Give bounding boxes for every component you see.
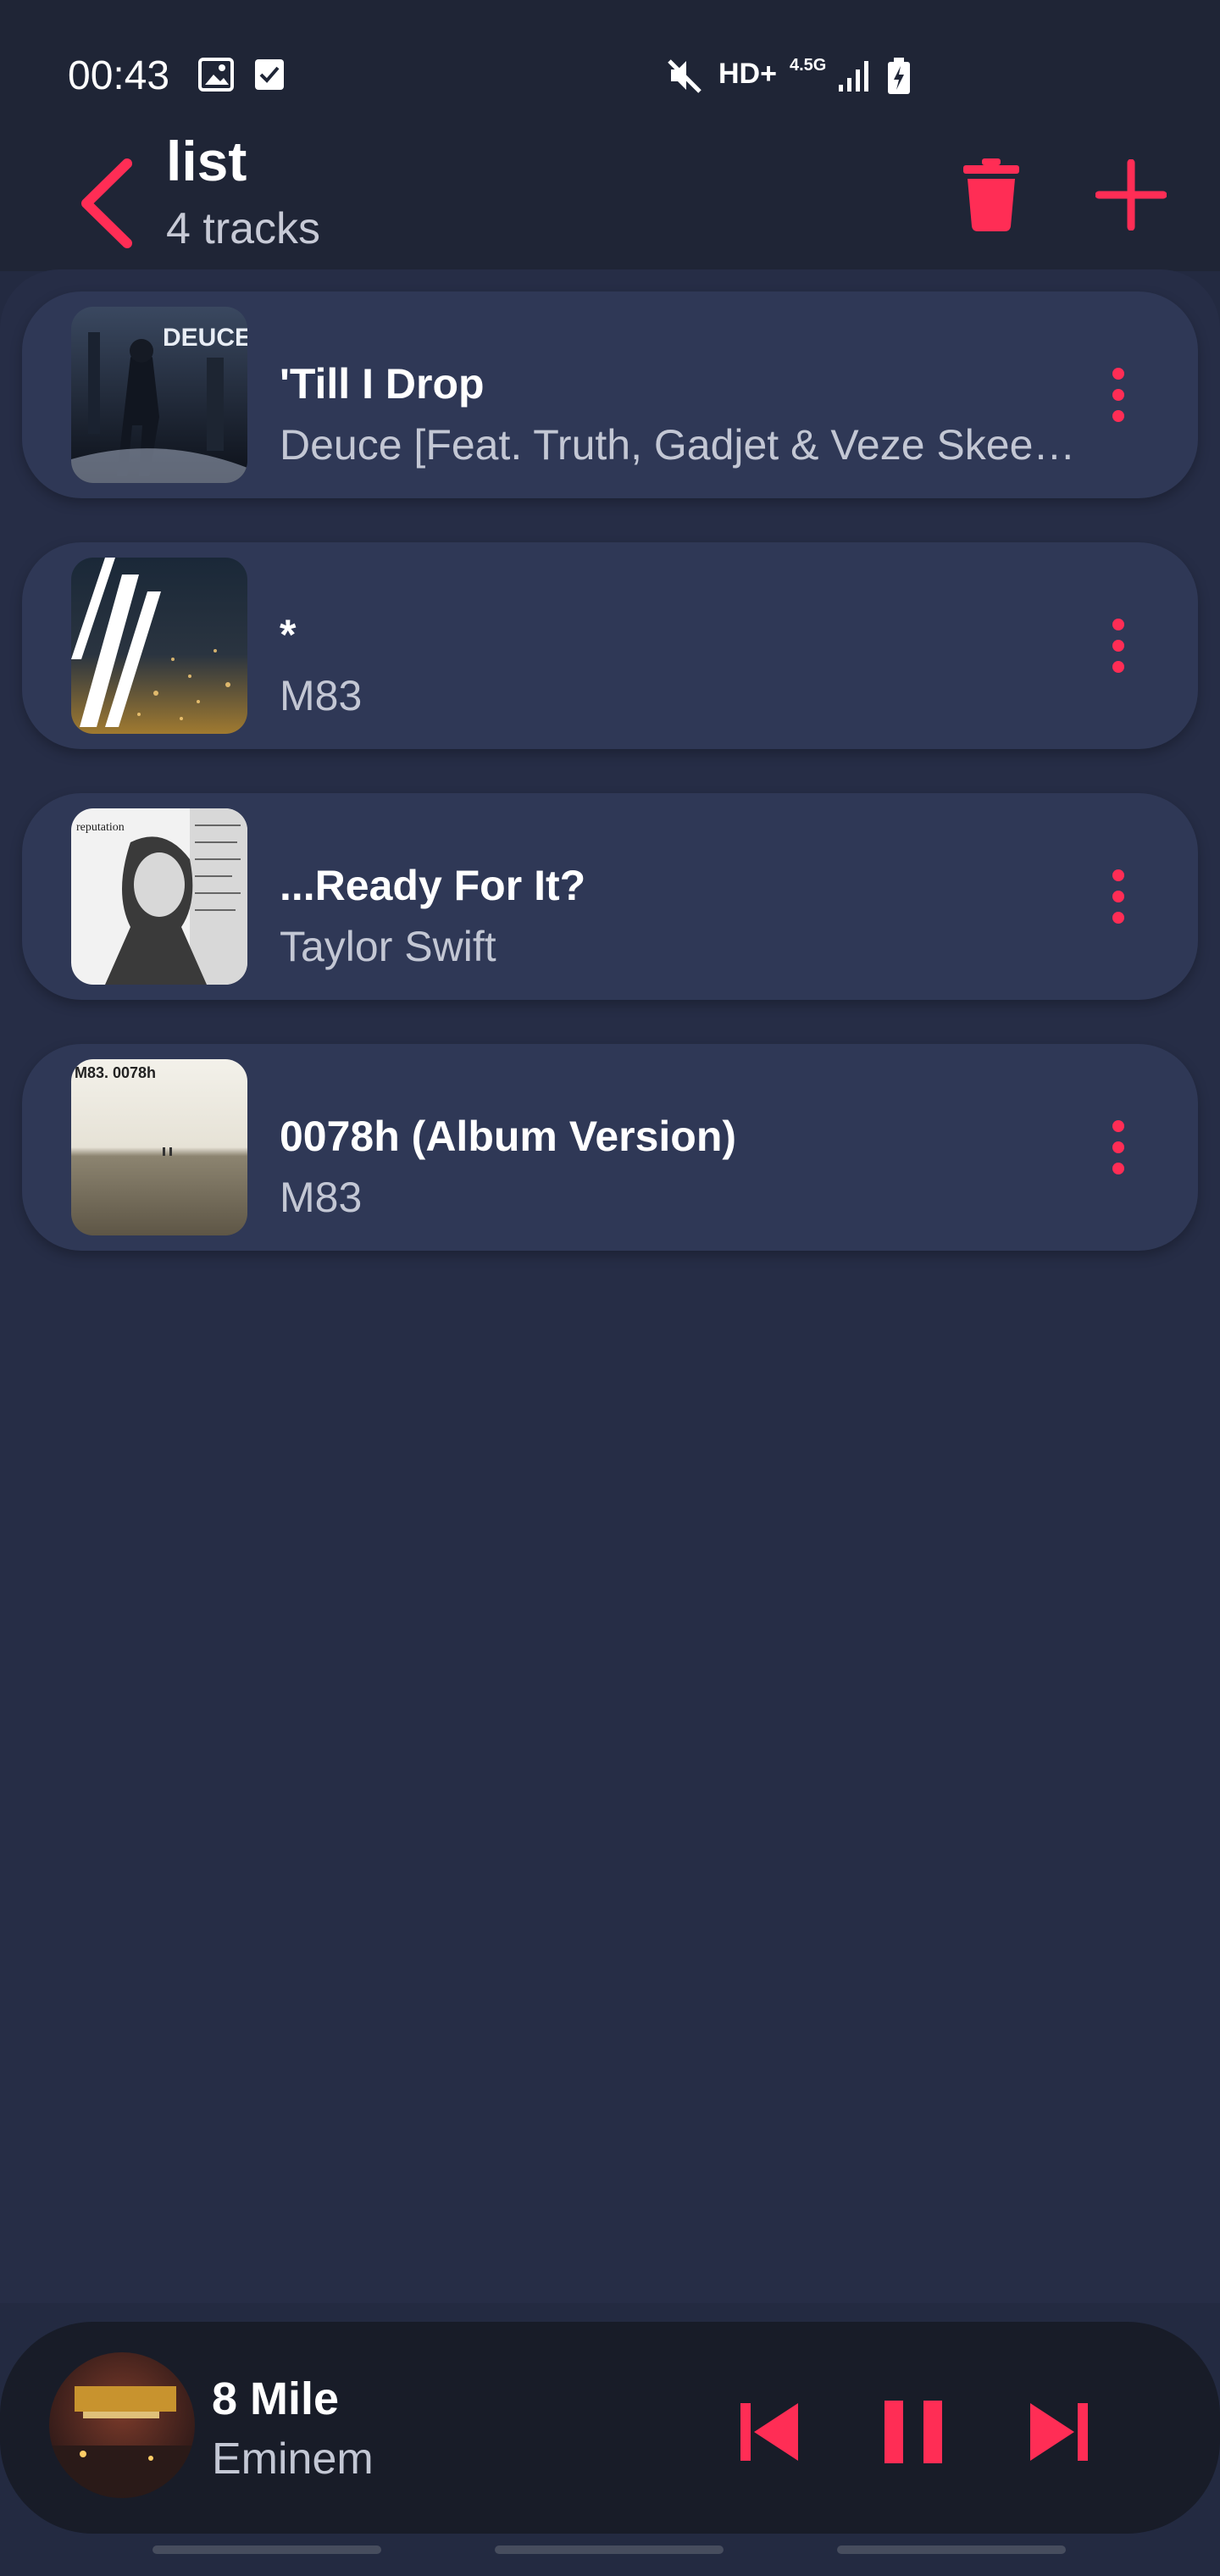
cover-text: DEUCE: [163, 324, 247, 352]
back-button[interactable]: [68, 153, 144, 254]
nav-home-bar[interactable]: [495, 2545, 724, 2554]
trash-icon: [963, 158, 1019, 231]
page-title: list: [166, 130, 247, 192]
more-options-button[interactable]: [1093, 603, 1144, 688]
plus-icon: [1095, 159, 1167, 230]
mini-player[interactable]: 8 Mile Eminem: [0, 2322, 1220, 2534]
track-title: ...Ready For It?: [280, 862, 586, 909]
nav-back-bar[interactable]: [837, 2545, 1066, 2554]
album-cover: DEUCE: [71, 307, 247, 483]
now-playing-title: 8 Mile: [212, 2373, 340, 2424]
cover-text: M83. 0078h: [75, 1064, 156, 1081]
track-count: 4 tracks: [166, 204, 321, 253]
now-playing-cover: [49, 2352, 195, 2498]
app-screen: 00:43 HD+ 4.5G list 4 tracks DEUCE 'Till…: [0, 0, 1220, 2576]
skip-previous-icon: [740, 2403, 798, 2461]
network-label: HD+: [718, 58, 777, 90]
more-vertical-icon: [1112, 368, 1124, 422]
signal-icon: [837, 58, 871, 97]
track-artist: Deuce [Feat. Truth, Gadjet & Veze Skeeze…: [280, 421, 1076, 469]
track-title: 'Till I Drop: [280, 360, 485, 408]
track-artist: Taylor Swift: [280, 923, 496, 970]
album-cover: [71, 558, 247, 734]
more-vertical-icon: [1112, 869, 1124, 924]
battery-charging-icon: [886, 58, 912, 99]
network-gen: 4.5G: [790, 56, 827, 75]
nav-recents-bar[interactable]: [152, 2545, 381, 2554]
previous-button[interactable]: [727, 2390, 812, 2474]
pause-icon: [884, 2401, 942, 2463]
album-cover: reputation: [71, 808, 247, 985]
back-arrow-icon: [81, 158, 132, 248]
track-list: DEUCE 'Till I Drop Deuce [Feat. Truth, G…: [0, 269, 1220, 2303]
add-track-button[interactable]: [1093, 153, 1169, 237]
status-time: 00:43: [68, 53, 170, 98]
more-options-button[interactable]: [1093, 353, 1144, 437]
cover-text: reputation: [76, 821, 125, 834]
track-row[interactable]: DEUCE 'Till I Drop Deuce [Feat. Truth, G…: [22, 291, 1198, 498]
app-header: list 4 tracks: [0, 119, 1220, 271]
more-vertical-icon: [1112, 619, 1124, 673]
check-square-icon: [254, 58, 285, 96]
delete-button[interactable]: [957, 153, 1025, 237]
album-cover: M83. 0078h: [71, 1059, 247, 1235]
pause-button[interactable]: [871, 2390, 956, 2474]
now-playing-artist: Eminem: [212, 2434, 374, 2484]
track-row[interactable]: * M83: [22, 542, 1198, 749]
more-options-button[interactable]: [1093, 854, 1144, 939]
mute-icon: [666, 58, 703, 97]
track-title: *: [280, 611, 297, 658]
image-icon: [198, 58, 234, 96]
track-title: 0078h (Album Version): [280, 1113, 737, 1160]
more-vertical-icon: [1112, 1120, 1124, 1174]
more-options-button[interactable]: [1093, 1105, 1144, 1190]
skip-next-icon: [1030, 2403, 1088, 2461]
next-button[interactable]: [1017, 2390, 1101, 2474]
track-artist: M83: [280, 672, 363, 719]
track-row[interactable]: M83. 0078h 0078h (Album Version) M83: [22, 1044, 1198, 1251]
track-row[interactable]: reputation ...Ready For It? Taylor Swift: [22, 793, 1198, 1000]
track-artist: M83: [280, 1174, 363, 1221]
